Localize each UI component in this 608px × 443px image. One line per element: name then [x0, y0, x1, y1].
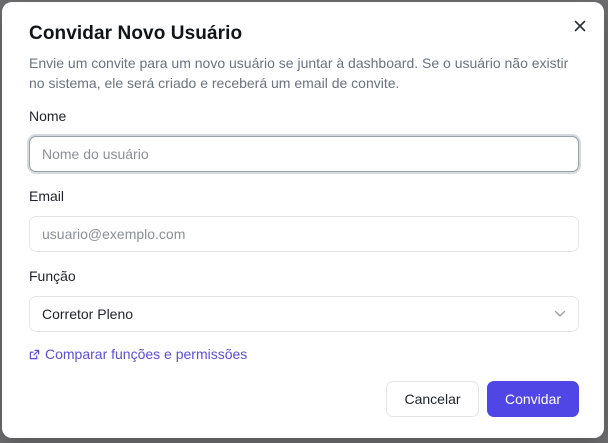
invite-user-dialog: Convidar Novo Usuário Envie um convite p…	[2, 2, 604, 438]
chevron-down-icon	[554, 310, 566, 318]
compare-roles-link[interactable]: Comparar funções e permissões	[29, 346, 247, 362]
invite-button[interactable]: Convidar	[487, 381, 579, 417]
email-label: Email	[29, 188, 65, 204]
role-selected-value: Corretor Pleno	[42, 306, 134, 322]
compare-roles-link-text: Comparar funções e permissões	[45, 346, 248, 362]
cancel-button[interactable]: Cancelar	[386, 381, 479, 417]
email-input[interactable]	[29, 216, 579, 252]
close-button[interactable]	[570, 16, 590, 36]
dialog-title: Convidar Novo Usuário	[29, 23, 243, 44]
role-select[interactable]: Corretor Pleno	[29, 296, 579, 332]
close-icon	[574, 20, 586, 32]
external-link-icon	[29, 349, 40, 359]
name-input[interactable]	[29, 136, 579, 172]
role-label: Função	[29, 268, 76, 284]
name-label: Nome	[29, 108, 67, 124]
dialog-description: Envie um convite para um novo usuário se…	[29, 55, 569, 91]
